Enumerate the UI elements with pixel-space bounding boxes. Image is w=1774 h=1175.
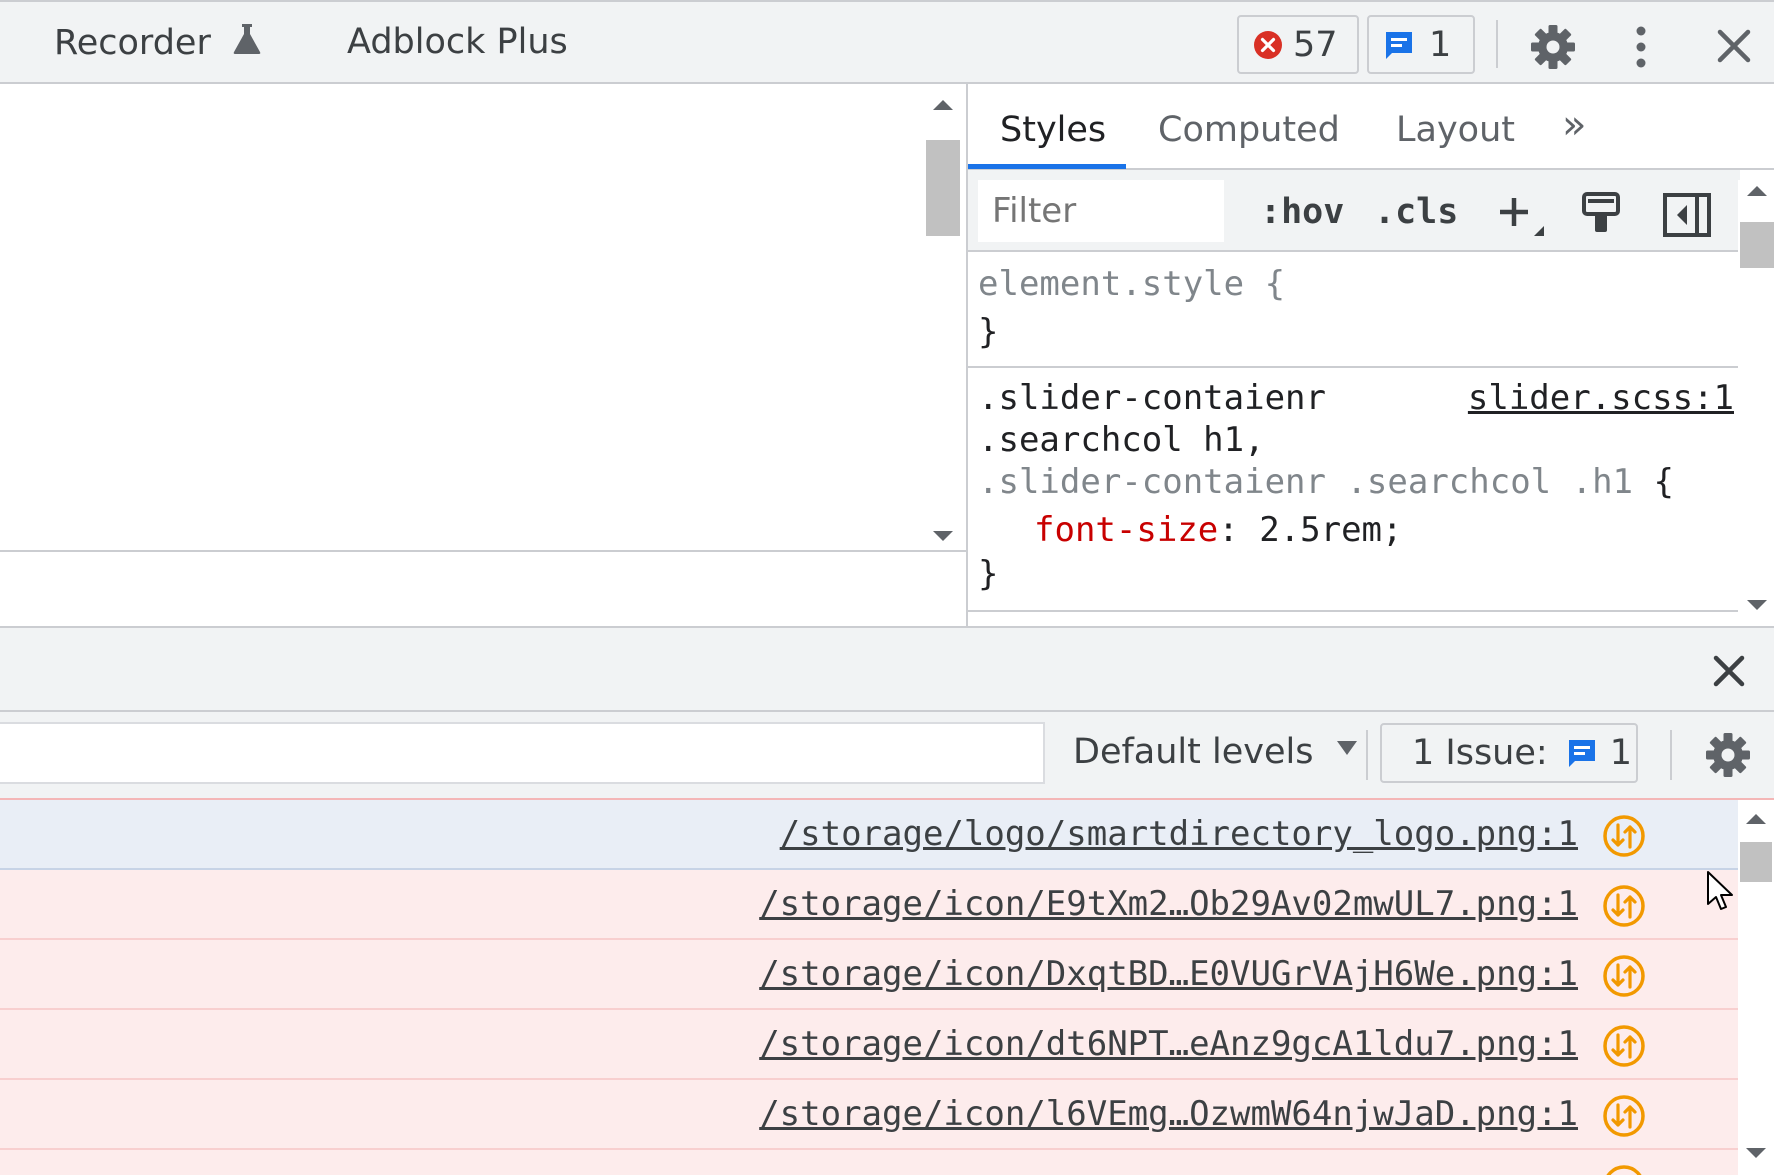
- element-style-close-brace: }: [978, 312, 999, 352]
- gear-icon[interactable]: [1530, 24, 1576, 70]
- cls-toggle-button[interactable]: .cls: [1374, 192, 1458, 232]
- console-filter-input[interactable]: [0, 722, 1045, 784]
- mouse-cursor-icon: [1707, 871, 1733, 910]
- paint-roller-icon[interactable]: [1580, 190, 1624, 238]
- elements-pane: [0, 84, 966, 626]
- more-tabs-chevron-icon[interactable]: »: [1562, 102, 1586, 148]
- active-tab-indicator: [968, 164, 1126, 169]
- rule-selector-line-3-wrapper: .slider-contaienr .searchcol .h1 {: [978, 462, 1674, 502]
- console-scroll-up-icon[interactable]: [1746, 814, 1766, 824]
- issues-label: 1 Issue:: [1412, 733, 1548, 773]
- rule-source-link[interactable]: slider.scss:1: [1468, 378, 1734, 418]
- css-property-name[interactable]: font-size: [1034, 510, 1218, 550]
- styles-scrollbar[interactable]: [1738, 180, 1774, 624]
- styles-scroll-down-icon[interactable]: [1747, 600, 1767, 610]
- styles-scrollbar-thumb[interactable]: [1740, 222, 1774, 268]
- rule-selector-line-3: .slider-contaienr .searchcol .h1: [978, 462, 1634, 502]
- tab-layout[interactable]: Layout: [1396, 110, 1515, 150]
- style-declaration[interactable]: font-size: 2.5rem;: [1034, 510, 1403, 550]
- new-style-rule-icon[interactable]: [1496, 192, 1548, 242]
- network-request-icon[interactable]: [1602, 954, 1646, 998]
- tab-styles[interactable]: Styles: [1000, 110, 1106, 150]
- console-scroll-down-icon[interactable]: [1746, 1148, 1766, 1158]
- message-count: 1: [1429, 24, 1452, 65]
- elements-scrollbar-thumb[interactable]: [926, 140, 960, 236]
- message-icon: [1386, 31, 1412, 59]
- close-devtools-icon[interactable]: [1716, 28, 1752, 64]
- network-request-icon[interactable]: [1602, 1164, 1646, 1175]
- network-request-icon[interactable]: [1602, 1094, 1646, 1138]
- devtools-tab-bar: Recorder Adblock Plus 57 1: [0, 0, 1774, 84]
- error-count: 57: [1293, 24, 1338, 65]
- message-source-link[interactable]: /storage/logo/smartdirectory_logo.png:1: [780, 814, 1578, 854]
- message-source-link[interactable]: /storage/icon/DxqtBD…E0VUGrVAjH6We.png:1: [759, 954, 1578, 994]
- css-property-value[interactable]: 2.5rem;: [1259, 510, 1402, 550]
- network-request-icon[interactable]: [1602, 814, 1646, 858]
- message-source-link[interactable]: /storage/icon/E9tXm2…Ob29Av02mwUL7.png:1: [759, 884, 1578, 924]
- styles-pane: Styles Computed Layout » :hov .cls eleme…: [966, 84, 1774, 626]
- log-levels-dropdown[interactable]: Default levels: [1073, 732, 1359, 772]
- toolbar-divider: [1496, 20, 1498, 68]
- rule-selector-line-2: .searchcol h1,: [978, 420, 1265, 460]
- elements-breadcrumb-bar: [0, 552, 966, 626]
- styles-scroll-up-icon[interactable]: [1747, 186, 1767, 196]
- kebab-menu-icon[interactable]: [1628, 24, 1654, 70]
- issues-counter-button[interactable]: 1 Issue: 1: [1380, 723, 1638, 783]
- console-scrollbar[interactable]: [1738, 800, 1774, 1175]
- errors-counter-button[interactable]: 57: [1237, 15, 1359, 74]
- rule-divider: [968, 366, 1740, 368]
- tab-recorder-label: Recorder: [54, 23, 211, 63]
- network-request-icon[interactable]: [1602, 1024, 1646, 1068]
- console-toolbar-divider: [1366, 730, 1368, 780]
- console-message-row[interactable]: /storage/icon/E9tXm2…Ob29Av02mwUL7.png:1: [0, 870, 1738, 940]
- issue-message-icon: [1568, 740, 1595, 767]
- console-toolbar: Default levels 1 Issue: 1: [0, 712, 1774, 798]
- element-style-rule: element.style {: [978, 264, 1285, 304]
- tab-computed[interactable]: Computed: [1158, 110, 1340, 150]
- issues-count: 1: [1609, 733, 1632, 773]
- tab-adblock-plus[interactable]: Adblock Plus: [347, 22, 568, 62]
- flask-icon: [233, 24, 261, 54]
- console-message-row[interactable]: /storage/icon/dt6NPT…eAnz9gcA1ldu7.png:1: [0, 1010, 1738, 1080]
- network-request-icon[interactable]: [1602, 884, 1646, 928]
- tab-recorder[interactable]: Recorder: [54, 22, 262, 63]
- message-source-link[interactable]: /storage/icon/l6VEmg…OzwmW64njwJaD.png:1: [759, 1094, 1578, 1134]
- log-levels-label: Default levels: [1073, 732, 1314, 772]
- console-message-row[interactable]: /storage/logo/smartdirectory_logo.png:1: [0, 800, 1738, 870]
- drawer-header: [0, 626, 1774, 712]
- rule-open-brace: {: [1653, 462, 1674, 502]
- toggle-sidebar-icon[interactable]: [1662, 192, 1712, 238]
- scroll-up-arrow-icon[interactable]: [933, 100, 953, 110]
- scroll-down-arrow-icon[interactable]: [933, 531, 953, 541]
- element-style-selector: element.style {: [978, 264, 1286, 304]
- tab-adblock-plus-label: Adblock Plus: [347, 22, 568, 62]
- rule-selector-line-1: .slider-contaienr: [978, 378, 1326, 418]
- messages-counter-button[interactable]: 1: [1367, 15, 1475, 74]
- css-colon: :: [1218, 510, 1239, 550]
- hov-toggle-button[interactable]: :hov: [1260, 192, 1344, 232]
- close-drawer-icon[interactable]: [1712, 654, 1746, 688]
- rule-divider-bottom: [968, 610, 1740, 612]
- rule-close-brace: }: [978, 554, 999, 594]
- elements-scrollbar[interactable]: [924, 94, 962, 544]
- console-messages: /storage/logo/smartdirectory_logo.png:1 …: [0, 798, 1774, 1175]
- console-settings-gear-icon[interactable]: [1705, 732, 1751, 778]
- dropdown-triangle-icon: [1336, 741, 1357, 755]
- console-toolbar-divider-2: [1670, 730, 1672, 780]
- message-source-link[interactable]: /storage/icon/dt6NPT…eAnz9gcA1ldu7.png:1: [759, 1024, 1578, 1064]
- console-scrollbar-thumb[interactable]: [1740, 842, 1772, 882]
- console-message-row-partial[interactable]: [0, 1150, 1738, 1175]
- error-icon: [1254, 30, 1282, 59]
- console-message-row[interactable]: /storage/icon/l6VEmg…OzwmW64njwJaD.png:1: [0, 1080, 1738, 1150]
- styles-filter-input[interactable]: [978, 180, 1224, 242]
- console-message-row[interactable]: /storage/icon/DxqtBD…E0VUGrVAjH6We.png:1: [0, 940, 1738, 1010]
